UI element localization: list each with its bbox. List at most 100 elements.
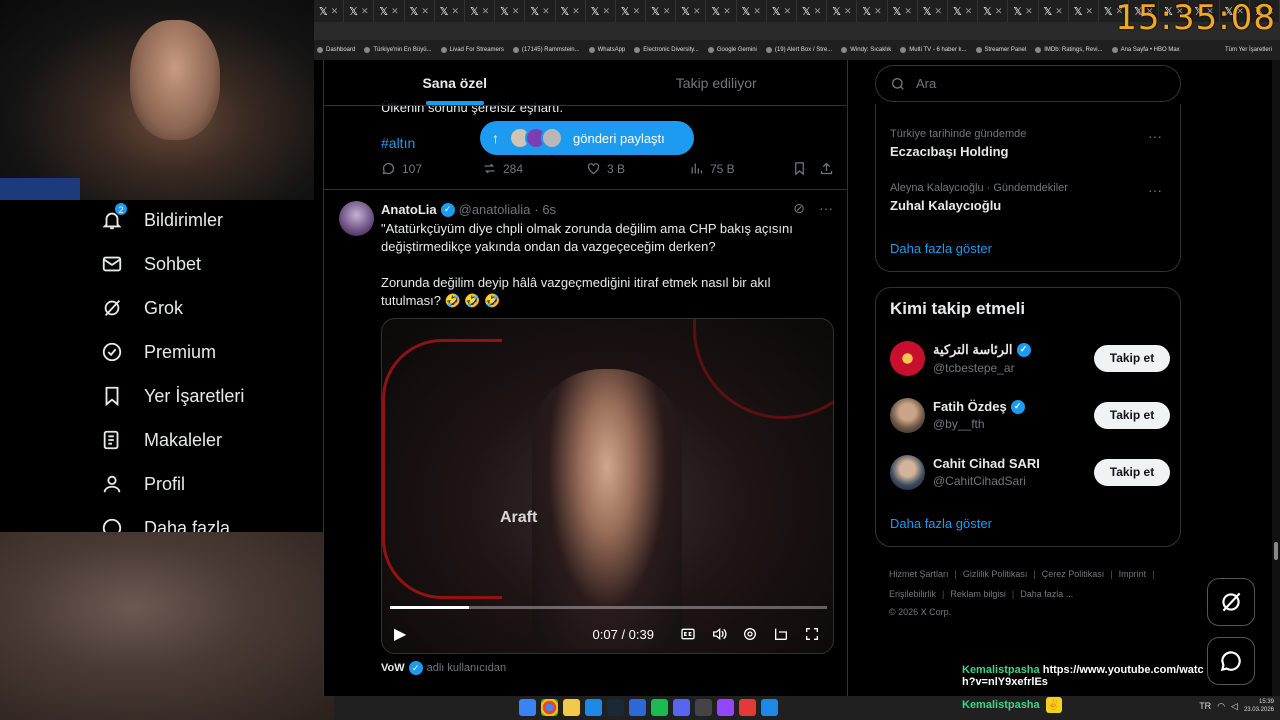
follow-suggestion[interactable]: Cahit Cihad SARI @CahitCihadSari Takip e… <box>890 452 1170 492</box>
browser-tab[interactable]: 𝕏 ✕ <box>918 0 948 22</box>
bookmark-button[interactable] <box>792 161 819 176</box>
app-icon[interactable] <box>761 699 778 716</box>
browser-tab[interactable]: 𝕏 ✕ <box>556 0 586 22</box>
show-more-trends-link[interactable]: Daha fazla göster <box>890 241 992 256</box>
all-bookmarks-link[interactable]: Tüm Yer İşaretleri <box>1225 47 1280 53</box>
browser-tab[interactable]: 𝕏 ✕ <box>586 0 616 22</box>
bookmark-link[interactable]: Electronic Diversity... <box>634 47 699 53</box>
repost-button[interactable]: 284 <box>482 161 586 176</box>
close-icon[interactable]: ✕ <box>482 6 490 17</box>
grok-fab[interactable] <box>1207 578 1255 626</box>
wifi-icon[interactable]: ◠ <box>1217 701 1225 712</box>
browser-tab[interactable]: 𝕏 ✕ <box>314 0 345 22</box>
bookmark-link[interactable]: (17145) Rammstein... <box>512 47 580 53</box>
app-icon[interactable] <box>695 699 712 716</box>
hashtag-link[interactable]: #altın <box>381 135 415 151</box>
volume-icon[interactable] <box>710 625 728 643</box>
nav-item-profile[interactable]: Profil <box>96 462 322 506</box>
settings-gear-icon[interactable] <box>741 625 759 643</box>
search-input[interactable] <box>916 76 1156 91</box>
browser-tab[interactable]: 𝕏 ✕ <box>1039 0 1069 22</box>
close-icon[interactable]: ✕ <box>935 6 943 17</box>
close-icon[interactable]: ✕ <box>361 6 369 17</box>
more-icon[interactable]: ··· <box>1148 182 1162 198</box>
browser-tab[interactable]: 𝕏 ✕ <box>616 0 647 22</box>
footer-link[interactable]: Çerez Politikası <box>1042 564 1105 584</box>
spotify-icon[interactable] <box>651 699 668 716</box>
browser-tab[interactable]: 𝕏 ✕ <box>495 0 526 22</box>
footer-link[interactable]: Imprint <box>1119 564 1147 584</box>
discord-icon[interactable] <box>673 699 690 716</box>
folder-icon[interactable] <box>563 699 580 716</box>
footer-link[interactable]: Daha fazla ... <box>1020 584 1073 604</box>
scrollbar-thumb[interactable] <box>1274 542 1278 560</box>
close-icon[interactable]: ✕ <box>452 6 460 17</box>
volume-icon[interactable]: ◁ <box>1231 701 1238 712</box>
tab-for-you[interactable]: Sana özel <box>324 60 586 105</box>
close-icon[interactable]: ✕ <box>421 6 429 17</box>
more-icon[interactable]: ··· <box>819 200 833 217</box>
show-more-follow-link[interactable]: Daha fazla göster <box>890 516 992 531</box>
nav-item-notifications[interactable]: 2 Bildirimler <box>96 198 322 242</box>
follow-button[interactable]: Takip et <box>1094 401 1170 429</box>
browser-tab[interactable]: 𝕏 ✕ <box>405 0 435 22</box>
reply-button[interactable]: 107 <box>381 161 482 176</box>
post-time[interactable]: · 6s <box>534 202 556 217</box>
browser-tab[interactable]: 𝕏 ✕ <box>827 0 858 22</box>
browser-tab[interactable]: 𝕏 ✕ <box>646 0 677 22</box>
close-icon[interactable]: ✕ <box>633 6 641 17</box>
footer-link[interactable]: Gizlilik Politikası <box>963 564 1028 584</box>
close-icon[interactable]: ✕ <box>1055 6 1063 17</box>
footer-link[interactable]: Erişilebilirlik <box>889 584 936 604</box>
close-icon[interactable]: ✕ <box>331 6 339 17</box>
browser-tab[interactable]: 𝕏 ✕ <box>948 0 979 22</box>
close-icon[interactable]: ✕ <box>874 6 882 17</box>
close-icon[interactable]: ✕ <box>512 6 520 17</box>
close-icon[interactable]: ✕ <box>1085 6 1093 17</box>
app-icon[interactable] <box>629 699 646 716</box>
nav-item-chat[interactable]: Sohbet <box>96 242 322 286</box>
nav-item-bookmarks[interactable]: Yer İşaretleri <box>96 374 322 418</box>
like-button[interactable]: 3 B <box>586 161 689 176</box>
windows-start-icon[interactable] <box>519 699 536 716</box>
more-icon[interactable]: ··· <box>1148 128 1162 144</box>
nav-item-grok[interactable]: Grok <box>96 286 322 330</box>
close-icon[interactable]: ✕ <box>663 6 671 17</box>
close-icon[interactable]: ✕ <box>844 6 852 17</box>
trend-item[interactable]: Aleyna Kalaycıoğlu · Gündemdekiler Zuhal… <box>890 182 1170 213</box>
app-icon[interactable] <box>585 699 602 716</box>
browser-tab[interactable]: 𝕏 ✕ <box>978 0 1009 22</box>
taskbar-clock[interactable]: 15:39 23.03.2026 <box>1244 698 1274 714</box>
tab-following[interactable]: Takip ediliyor <box>586 60 848 105</box>
close-icon[interactable]: ✕ <box>391 6 399 17</box>
bookmark-link[interactable]: WhatsApp <box>588 47 625 53</box>
footer-link[interactable]: Hizmet Şartları <box>889 564 949 584</box>
browser-tab[interactable]: 𝕏 ✕ <box>767 0 797 22</box>
picture-in-picture-icon[interactable] <box>772 625 790 643</box>
browser-tab[interactable]: 𝕏 ✕ <box>857 0 888 22</box>
video-player[interactable]: Araft ▶ 0:07 / 0:39 <box>381 318 834 654</box>
author-name[interactable]: AnatoLia <box>381 202 437 217</box>
bookmark-link[interactable]: Multi TV - 6 haber k... <box>900 47 967 53</box>
fullscreen-icon[interactable] <box>803 625 821 643</box>
browser-tab[interactable]: 𝕏 ✕ <box>1069 0 1099 22</box>
steam-icon[interactable] <box>607 699 624 716</box>
close-icon[interactable]: ✕ <box>572 6 580 17</box>
bookmark-link[interactable]: (19) Alert Box / Stre... <box>765 47 832 53</box>
browser-tab[interactable]: 𝕏 ✕ <box>797 0 828 22</box>
browser-tab[interactable]: 𝕏 ✕ <box>737 0 767 22</box>
close-icon[interactable]: ✕ <box>995 6 1003 17</box>
play-icon[interactable]: ▶ <box>394 624 406 644</box>
bookmark-link[interactable]: Dashboard <box>317 47 355 53</box>
bookmark-link[interactable]: IMDb: Ratings, Revi... <box>1035 47 1103 53</box>
nav-item-articles[interactable]: Makaleler <box>96 418 322 462</box>
browser-tab[interactable]: 𝕏 ✕ <box>374 0 405 22</box>
share-button[interactable] <box>819 161 834 176</box>
follow-button[interactable]: Takip et <box>1094 344 1170 372</box>
chrome-icon[interactable] <box>541 699 558 716</box>
search-box[interactable] <box>875 65 1181 102</box>
browser-tab[interactable]: 𝕏 ✕ <box>525 0 556 22</box>
close-icon[interactable]: ✕ <box>814 6 822 17</box>
bookmark-link[interactable]: Streamer Panel <box>975 47 1026 53</box>
bookmark-link[interactable]: Türkiye'nin En Büyü... <box>364 47 432 53</box>
